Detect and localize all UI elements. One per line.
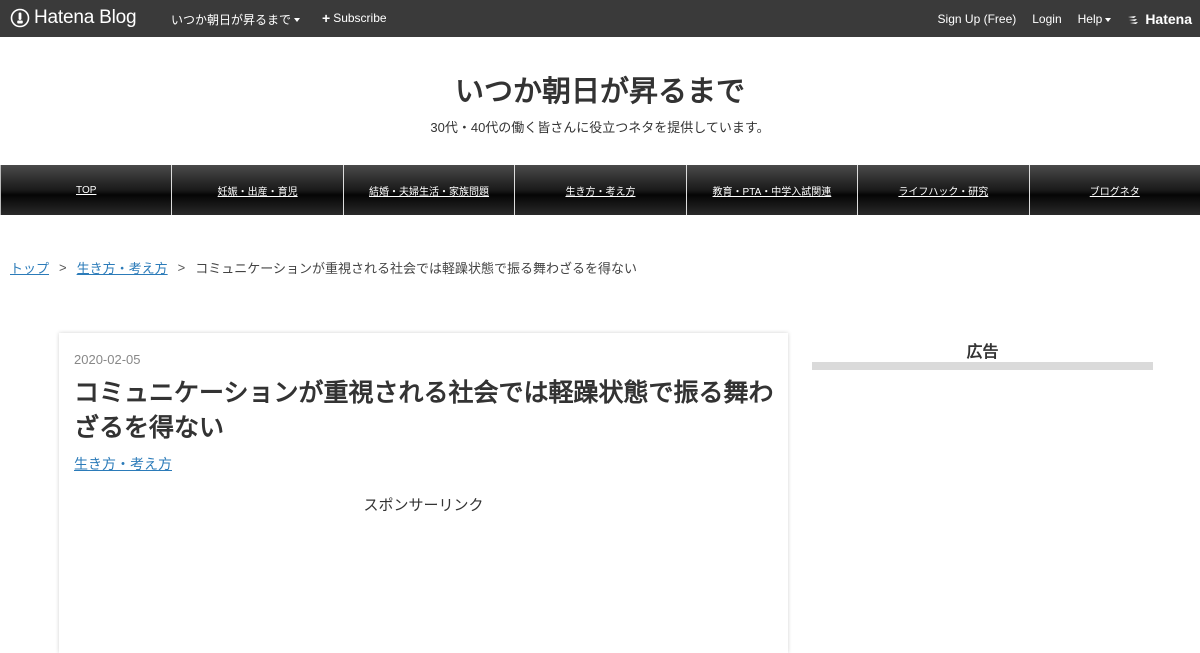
nav-item-label: 教育・PTA・中学入試関連 — [712, 186, 832, 198]
nav-item-label: 生き方・考え方 — [565, 186, 636, 198]
hatena-blog-logo[interactable]: Hatena Blog — [10, 7, 137, 29]
breadcrumb-category-link[interactable]: 生き方・考え方 — [77, 258, 168, 277]
hatena-logo-text: Hatena — [1145, 11, 1192, 27]
nav-item-marriage[interactable]: 結婚・夫婦生活・家族問題 — [342, 165, 515, 215]
nav-item-top[interactable]: TOP — [0, 165, 172, 215]
entry-title[interactable]: コミュニケーションが重視される社会では軽躁状態で振る舞わざるを得ない — [74, 376, 774, 446]
breadcrumb-current: コミュニケーションが重視される社会では軽躁状態で振る舞わざるを得ない — [195, 261, 637, 276]
sidebar-divider — [812, 362, 1153, 370]
nav-item-education[interactable]: 教育・PTA・中学入試関連 — [685, 165, 858, 215]
blog-name-menu[interactable]: いつか朝日が昇るまで — [171, 11, 301, 28]
login-link[interactable]: Login — [1032, 12, 1061, 26]
nav-item-label: ブログネタ — [1089, 186, 1140, 198]
nav-item-label: 妊娠・出産・育児 — [217, 186, 298, 198]
blog-title[interactable]: いつか朝日が昇るまで — [0, 68, 1200, 110]
hatena-logo[interactable]: Hatena — [1127, 11, 1192, 27]
hatena-blog-logo-icon — [10, 8, 30, 28]
blog-name-label: いつか朝日が昇るまで — [171, 13, 292, 27]
global-navigation: TOP 妊娠・出産・育児 結婚・夫婦生活・家族問題 生き方・考え方 教育・PTA… — [0, 165, 1200, 215]
entry-category-link[interactable]: 生き方・考え方 — [74, 454, 172, 474]
nav-item-lifehack[interactable]: ライフハック・研究 — [857, 165, 1029, 215]
subscribe-button[interactable]: + Subscribe — [322, 11, 387, 25]
hatena-global-header: Hatena Blog いつか朝日が昇るまで + Subscribe Sign … — [0, 0, 1200, 37]
breadcrumb-separator: > — [59, 260, 67, 275]
blog-description: 30代・40代の働く皆さんに役立つネタを提供しています。 — [430, 120, 770, 135]
header-right-menu: Sign Up (Free) Login Help Hatena — [922, 11, 1192, 27]
article-card: 2020-02-05 コミュニケーションが重視される社会では軽躁状態で振る舞わざ… — [59, 333, 788, 653]
plus-icon: + — [322, 10, 331, 26]
sidebar-ad-heading: 広告 — [966, 344, 999, 361]
brand-text: Hatena Blog — [34, 7, 137, 28]
caret-down-icon — [1105, 17, 1112, 22]
nav-item-label: TOP — [76, 184, 97, 196]
nav-item-label: ライフハック・研究 — [898, 186, 989, 198]
nav-item-label: 結婚・夫婦生活・家族問題 — [369, 186, 490, 198]
entry-date[interactable]: 2020-02-05 — [74, 352, 141, 367]
nav-item-pregnancy[interactable]: 妊娠・出産・育児 — [171, 165, 343, 215]
breadcrumb: トップ > 生き方・考え方 > コミュニケーションが重視される社会では軽躁状態で… — [10, 258, 637, 277]
nav-item-lifestyle[interactable]: 生き方・考え方 — [514, 165, 686, 215]
breadcrumb-separator: > — [177, 260, 186, 275]
breadcrumb-top-link[interactable]: トップ — [10, 258, 49, 277]
subscribe-label: Subscribe — [333, 11, 387, 25]
caret-down-icon — [294, 18, 301, 22]
hatena-wings-icon — [1128, 16, 1139, 24]
signup-link[interactable]: Sign Up (Free) — [938, 12, 1017, 26]
sponsored-link-label: スポンサーリンク — [363, 497, 484, 514]
help-label: Help — [1077, 12, 1103, 26]
nav-item-blog[interactable]: ブログネタ — [1028, 165, 1200, 215]
help-menu[interactable]: Help — [1078, 12, 1112, 26]
